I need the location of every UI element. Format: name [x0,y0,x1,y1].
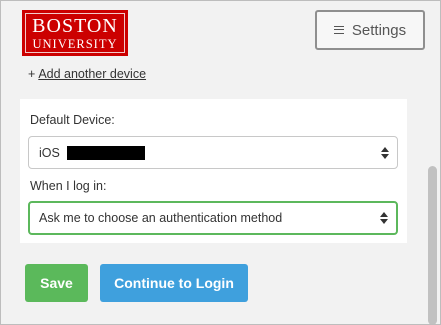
add-device-row: + Add another device [28,67,146,81]
add-another-device-link[interactable]: Add another device [38,67,146,81]
default-device-value: iOS [39,145,60,160]
logo-border: BOSTON UNIVERSITY [25,13,125,53]
settings-label: Settings [351,21,407,39]
login-behavior-value: Ask me to choose an authentication metho… [39,211,283,225]
save-button[interactable]: Save [25,264,88,302]
redacted-device-name [66,145,145,160]
plus-sign: + [28,67,36,81]
select-arrows-icon [381,146,389,159]
logo-line-2: UNIVERSITY [32,36,118,51]
duo-frame: BOSTON UNIVERSITY Settings + Add another … [0,0,441,325]
settings-button[interactable]: Settings [315,10,425,50]
continue-to-login-button[interactable]: Continue to Login [100,264,248,302]
default-device-label: Default Device: [30,113,115,127]
menu-icon [333,26,344,34]
login-behavior-label: When I log in: [30,179,107,193]
default-device-select[interactable]: iOS [28,136,398,169]
university-logo: BOSTON UNIVERSITY [22,10,128,56]
login-behavior-select[interactable]: Ask me to choose an authentication metho… [28,201,398,235]
device-options-panel: Default Device: iOS When I log in: Ask m… [20,99,407,243]
scrollbar-thumb[interactable] [428,166,437,324]
logo-line-1: BOSTON [32,14,118,37]
scrollbar[interactable] [425,2,440,324]
select-arrows-icon [380,212,388,224]
